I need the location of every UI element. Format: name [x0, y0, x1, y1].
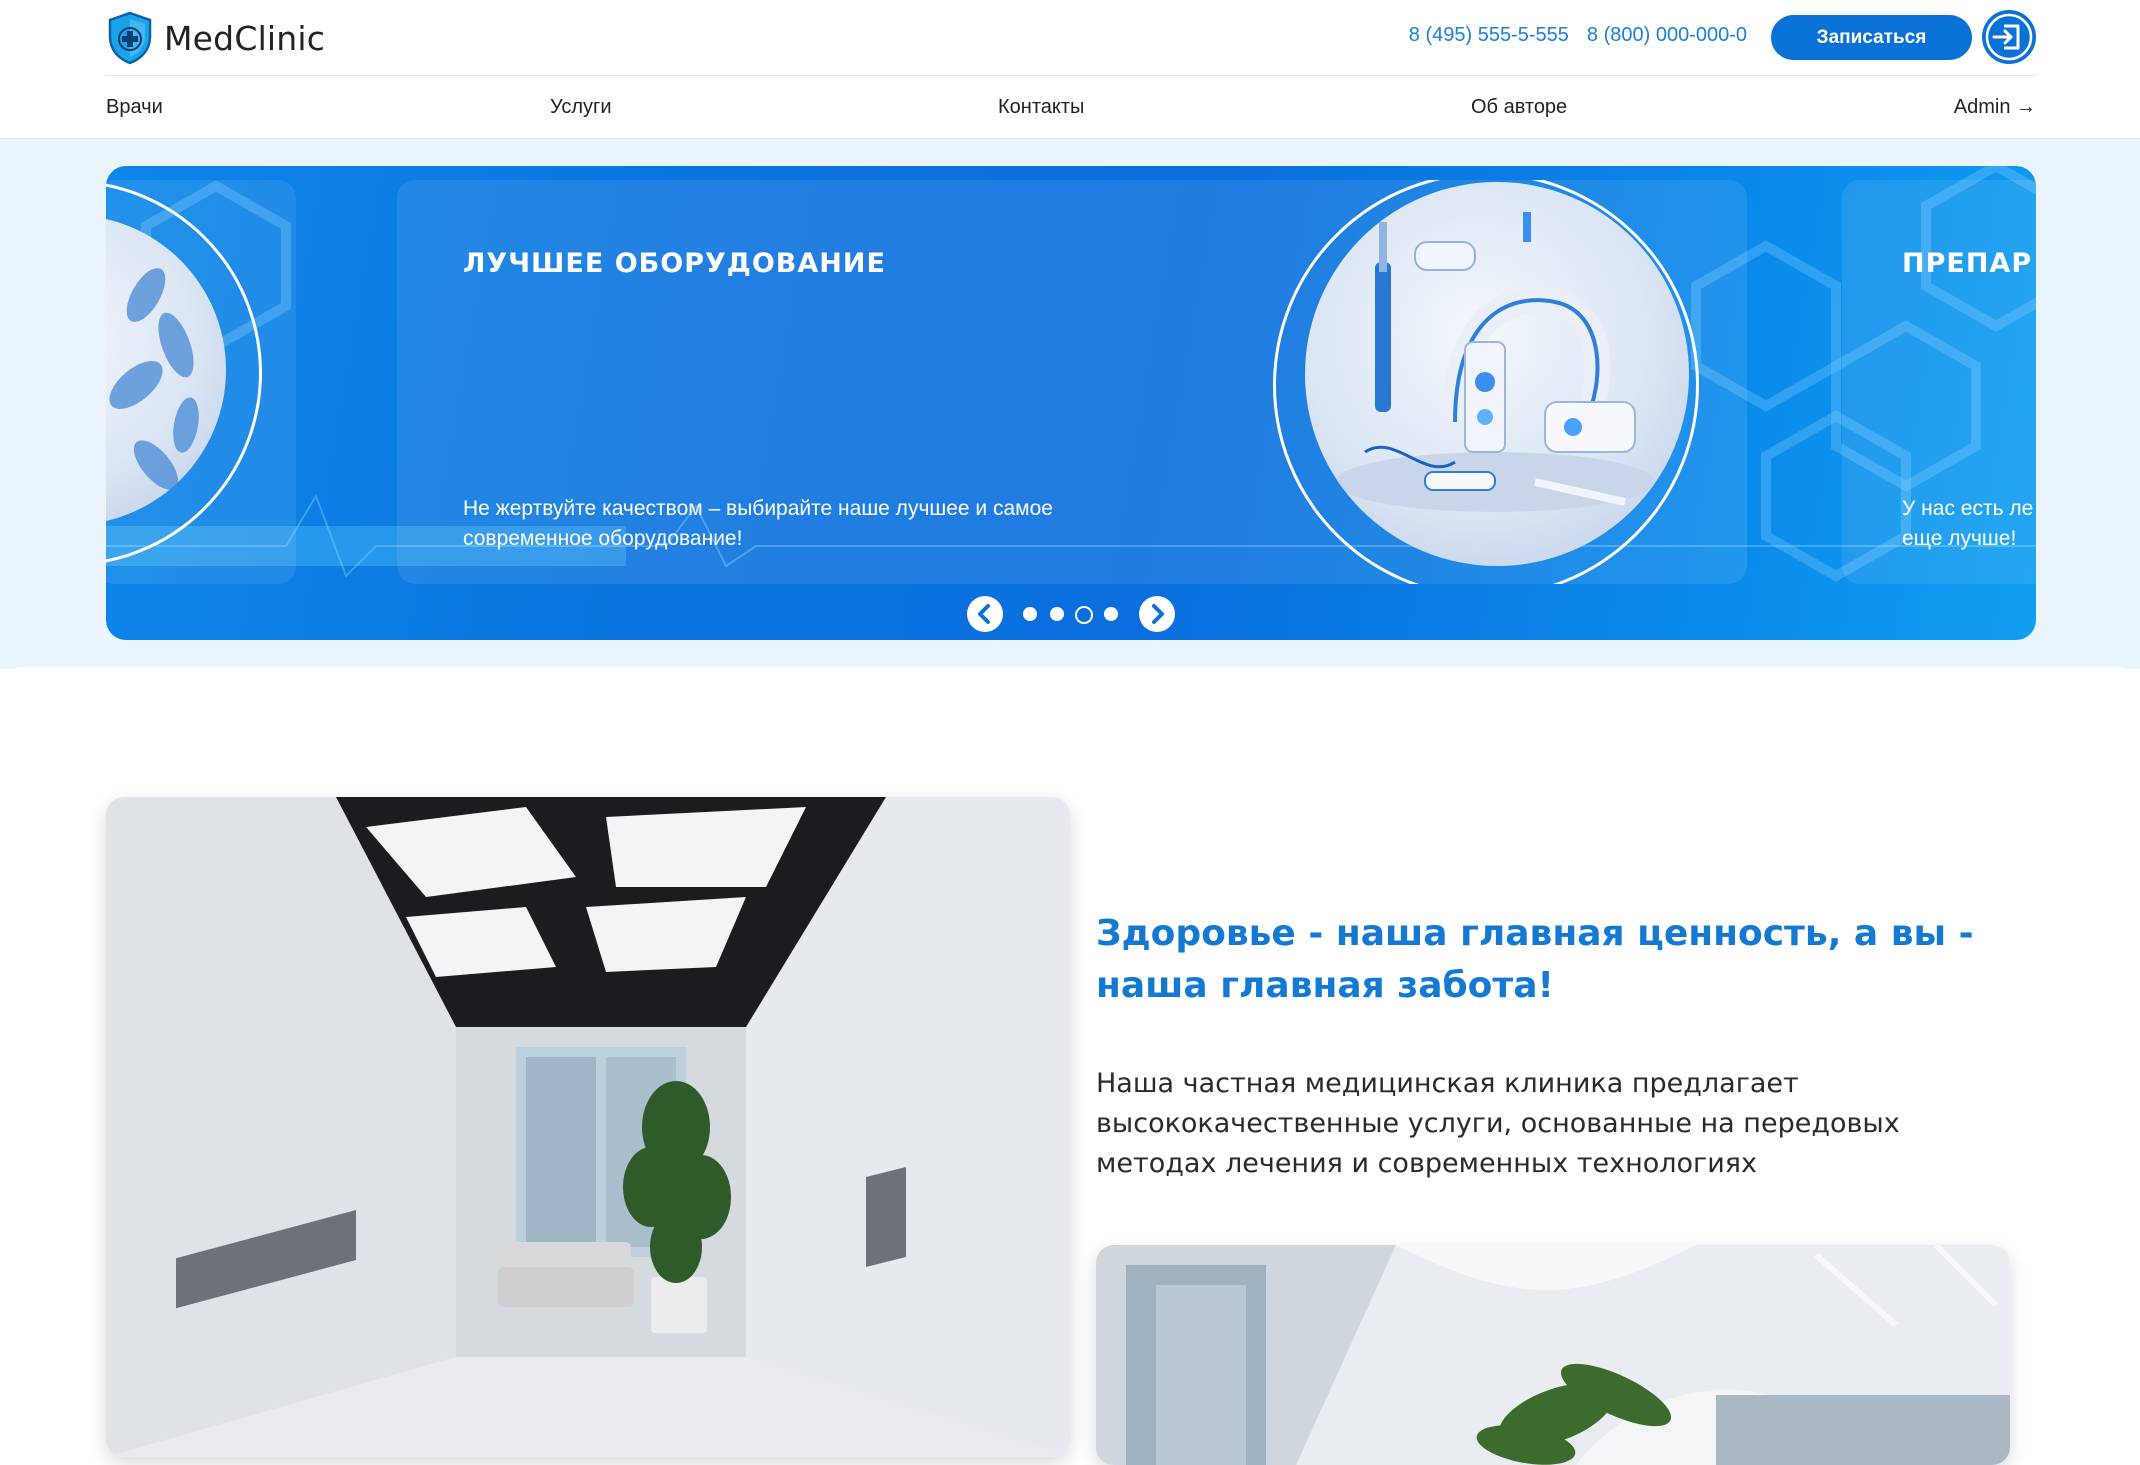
clinic-hall-photo — [1096, 1245, 2010, 1465]
nav-item-contacts[interactable]: Контакты — [998, 96, 1084, 119]
login-icon — [1985, 13, 2033, 61]
header: MedClinic 8 (495) 555-5-555 8 (800) 000-… — [0, 0, 2140, 76]
signup-button[interactable]: Записаться — [1771, 15, 1972, 60]
login-button[interactable] — [1982, 10, 2036, 64]
slide-text: Не жертвуйте качеством – выбирайте наше … — [463, 497, 1053, 550]
slider-next-button[interactable] — [1139, 596, 1175, 632]
slide-next-text: У нас есть ле еще лучше! — [1902, 494, 2036, 554]
logo-text: MedClinic — [164, 18, 326, 58]
slide-next-title: ПРЕПАР — [1902, 248, 2033, 279]
nav-item-services[interactable]: Услуги — [550, 96, 612, 119]
main-nav: Врачи Услуги Контакты Об авторе Admin → — [0, 76, 2140, 139]
about-headline: Здоровье - наша главная ценность, а вы -… — [1096, 913, 1974, 1006]
chevron-right-icon — [1152, 604, 1164, 624]
hero-slider[interactable]: ЛУЧШЕЕ ОБОРУДОВАНИЕ Не жертвуйте качеств… — [106, 166, 2036, 640]
logo[interactable]: MedClinic — [106, 10, 325, 66]
phone-link-1[interactable]: 8 (495) 555-5-555 — [1409, 24, 1569, 47]
phone-link-2[interactable]: 8 (800) 000-000-0 — [1587, 24, 1747, 47]
chevron-left-icon — [978, 604, 990, 624]
slide-current: ЛУЧШЕЕ ОБОРУДОВАНИЕ Не жертвуйте качеств… — [397, 180, 1747, 584]
slide-next-text-line2: еще лучше! — [1902, 527, 2017, 550]
slide-image-equipment — [1305, 182, 1689, 566]
slider-dot-4[interactable] — [1104, 607, 1118, 621]
clinic-corridor-photo — [106, 797, 1070, 1457]
slider-dot-3[interactable] — [1075, 606, 1093, 624]
slider-dot-1[interactable] — [1023, 607, 1037, 621]
slider-pagination — [106, 596, 2036, 636]
slide-previous — [106, 180, 296, 584]
shield-cross-icon — [108, 11, 152, 65]
slider-dot-2[interactable] — [1050, 607, 1064, 621]
nav-item-admin[interactable]: Admin → — [1954, 96, 2036, 119]
slider-prev-button[interactable] — [967, 596, 1003, 632]
slide-next: ПРЕПАР У нас есть ле еще лучше! — [1842, 180, 2036, 584]
nav-item-about-author[interactable]: Об авторе — [1471, 96, 1567, 119]
slide-title: ЛУЧШЕЕ ОБОРУДОВАНИЕ — [463, 248, 886, 279]
phones: 8 (495) 555-5-555 8 (800) 000-000-0 — [1409, 24, 1747, 47]
about-description: Наша частная медицинская клиника предлаг… — [1096, 1068, 1900, 1179]
nav-item-doctors[interactable]: Врачи — [106, 96, 163, 119]
slide-next-text-line1: У нас есть ле — [1902, 497, 2034, 520]
